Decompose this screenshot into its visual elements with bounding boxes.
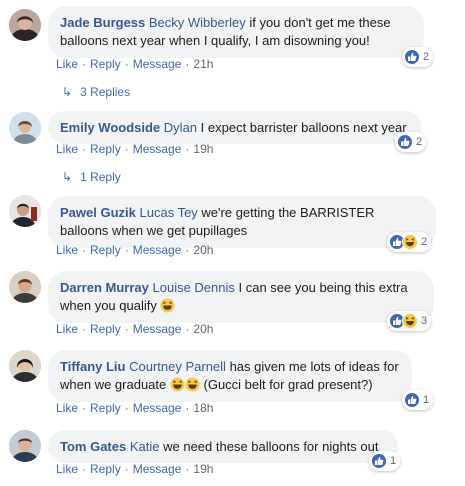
replies-count: 1 Reply [80, 170, 121, 184]
tagged-user[interactable]: Courtney Parnell [129, 359, 226, 374]
message-link[interactable]: Message [133, 243, 182, 257]
reaction-summary[interactable]: 1 [402, 390, 434, 410]
like-reaction-icon [404, 392, 420, 408]
laughing-emoji-icon [185, 377, 200, 392]
like-reaction-icon [404, 49, 420, 65]
comment-author[interactable]: Tiffany Liu [60, 359, 125, 374]
reply-arrow-icon: ↳ [62, 85, 73, 99]
comment-text: we need these balloons for nights out [163, 439, 379, 454]
comment-actions: Like · Reply · Message · 19h [56, 142, 214, 156]
reply-link[interactable]: Reply [90, 462, 121, 476]
like-link[interactable]: Like [56, 243, 78, 257]
avatar[interactable] [9, 112, 41, 144]
comment-author[interactable]: Tom Gates [60, 439, 126, 454]
laughing-emoji-icon [160, 298, 175, 313]
avatar-photo-icon [9, 430, 41, 462]
like-link[interactable]: Like [56, 322, 78, 336]
like-link[interactable]: Like [56, 462, 78, 476]
comment-timestamp[interactable]: 19h [193, 142, 213, 156]
avatar-photo-icon [9, 195, 41, 227]
haha-reaction-icon [402, 313, 418, 329]
comment-actions: Like · Reply · Message · 20h [56, 243, 214, 257]
comment-text: (Gucci belt for grad present?) [203, 377, 373, 392]
avatar[interactable] [9, 271, 41, 303]
comment-bubble: Emily Woodside Dylan I expect barrister … [48, 111, 422, 144]
tagged-user[interactable]: Louise Dennis [153, 280, 235, 295]
comment-bubble: Tiffany Liu Courtney Parnell has given m… [48, 350, 412, 402]
avatar[interactable] [9, 430, 41, 462]
comment-timestamp[interactable]: 20h [193, 322, 213, 336]
comment-bubble: Tom Gates Katie we need these balloons f… [48, 430, 398, 463]
reply-link[interactable]: Reply [90, 401, 121, 415]
message-link[interactable]: Message [133, 57, 182, 71]
reaction-summary[interactable]: 1 [369, 451, 401, 471]
reaction-count: 2 [421, 236, 428, 248]
comment-actions: Like · Reply · Message · 20h [56, 322, 214, 336]
replies-count: 3 Replies [80, 85, 131, 99]
comment-author[interactable]: Jade Burgess [60, 15, 145, 30]
view-replies-link[interactable]: ↳ 3 Replies [62, 85, 130, 99]
message-link[interactable]: Message [133, 401, 182, 415]
comment-actions: Like · Reply · Message · 18h [56, 401, 214, 415]
reaction-summary[interactable]: 2 [402, 47, 434, 67]
reply-link[interactable]: Reply [90, 243, 121, 257]
avatar-photo-icon [9, 9, 41, 41]
comment-timestamp[interactable]: 19h [193, 462, 213, 476]
reaction-count: 3 [421, 315, 428, 327]
like-link[interactable]: Like [56, 401, 78, 415]
comment-author[interactable]: Darren Murray [60, 280, 149, 295]
comment-bubble: Jade Burgess Becky Wibberley if you don'… [48, 6, 424, 58]
reaction-count: 2 [423, 51, 430, 63]
message-link[interactable]: Message [133, 462, 182, 476]
view-replies-link[interactable]: ↳ 1 Reply [62, 170, 121, 184]
like-link[interactable]: Like [56, 57, 78, 71]
reaction-count: 1 [423, 394, 430, 406]
comment-author[interactable]: Pawel Guzik [60, 205, 136, 220]
tagged-user[interactable]: Becky Wibberley [149, 15, 246, 30]
like-reaction-icon [397, 134, 413, 150]
haha-reaction-icon [402, 234, 418, 250]
avatar-photo-icon [9, 271, 41, 303]
reply-arrow-icon: ↳ [62, 170, 73, 184]
avatar[interactable] [9, 350, 41, 382]
tagged-user[interactable]: Dylan [164, 120, 197, 135]
laughing-emoji-icon [170, 377, 185, 392]
like-reaction-icon [371, 453, 387, 469]
avatar-photo-icon [9, 112, 41, 144]
comment-actions: Like · Reply · Message · 21h [56, 57, 214, 71]
reaction-count: 2 [416, 136, 423, 148]
comment-text: I expect barrister balloons next year [200, 120, 407, 135]
like-link[interactable]: Like [56, 142, 78, 156]
reply-link[interactable]: Reply [90, 322, 121, 336]
avatar[interactable] [9, 9, 41, 41]
tagged-user[interactable]: Lucas Tey [140, 205, 198, 220]
comment-actions: Like · Reply · Message · 19h [56, 462, 214, 476]
message-link[interactable]: Message [133, 322, 182, 336]
avatar[interactable] [9, 195, 41, 227]
comment-timestamp[interactable]: 18h [193, 401, 213, 415]
comment-bubble: Darren Murray Louise Dennis I can see yo… [48, 271, 434, 323]
comment-timestamp[interactable]: 20h [193, 243, 213, 257]
message-link[interactable]: Message [133, 142, 182, 156]
reaction-summary[interactable]: 3 [387, 311, 432, 331]
tagged-user[interactable]: Katie [130, 439, 160, 454]
reply-link[interactable]: Reply [90, 57, 121, 71]
comment-author[interactable]: Emily Woodside [60, 120, 160, 135]
reply-link[interactable]: Reply [90, 142, 121, 156]
comment-timestamp[interactable]: 21h [193, 57, 213, 71]
comment-bubble: Pawel Guzik Lucas Tey we're getting the … [48, 196, 436, 248]
avatar-photo-icon [9, 350, 41, 382]
reaction-summary[interactable]: 2 [387, 232, 432, 252]
reaction-count: 1 [390, 455, 397, 467]
reaction-summary[interactable]: 2 [395, 132, 427, 152]
